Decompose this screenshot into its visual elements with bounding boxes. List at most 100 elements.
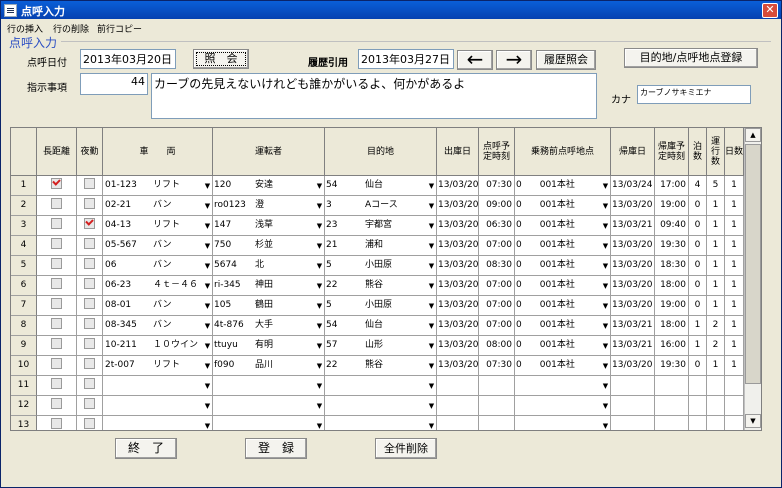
dropdown-arrow-icon[interactable]: ▼ xyxy=(427,397,436,414)
dropdown-arrow-icon[interactable]: ▼ xyxy=(315,317,324,334)
dropdown-arrow-icon[interactable]: ▼ xyxy=(203,377,212,394)
return-date-cell[interactable]: 13/03/20 xyxy=(611,256,655,276)
instruction-number-field[interactable]: 44 xyxy=(80,73,148,95)
return-time-cell[interactable]: 18:00 xyxy=(655,276,689,296)
unchecked-checkbox-icon[interactable] xyxy=(51,338,62,349)
out-date-cell[interactable]: 13/03/20 xyxy=(437,196,479,216)
long-distance-checkbox[interactable] xyxy=(37,276,77,296)
roll-call-time-cell[interactable] xyxy=(479,396,515,416)
dropdown-arrow-icon[interactable]: ▼ xyxy=(427,177,436,194)
roll-call-time-cell[interactable]: 06:30 xyxy=(479,216,515,236)
out-date-cell[interactable]: 13/03/20 xyxy=(437,276,479,296)
long-distance-checkbox[interactable] xyxy=(37,196,77,216)
unchecked-checkbox-icon[interactable] xyxy=(51,198,62,209)
dropdown-arrow-icon[interactable]: ▼ xyxy=(601,377,610,394)
run-count-cell[interactable]: 1 xyxy=(707,296,725,316)
destination-register-button[interactable]: 目的地/点呼地点登録 xyxy=(624,48,758,68)
driver-combo[interactable]: ri-345 神田 ▼ xyxy=(213,276,325,296)
roll-call-point-combo[interactable]: 0 001本社 ▼ xyxy=(515,276,611,296)
night-checkbox[interactable] xyxy=(77,216,103,236)
dropdown-arrow-icon[interactable]: ▼ xyxy=(203,297,212,314)
roll-call-time-cell[interactable] xyxy=(479,376,515,396)
next-arrow-button[interactable]: → xyxy=(496,49,532,70)
unchecked-checkbox-icon[interactable] xyxy=(51,318,62,329)
vehicle-combo[interactable]: 01-123 リフト ▼ xyxy=(103,176,213,196)
dropdown-arrow-icon[interactable]: ▼ xyxy=(315,377,324,394)
unchecked-checkbox-icon[interactable] xyxy=(51,258,62,269)
roll-call-point-combo[interactable]: 0 001本社 ▼ xyxy=(515,216,611,236)
long-distance-checkbox[interactable] xyxy=(37,296,77,316)
unchecked-checkbox-icon[interactable] xyxy=(51,218,62,229)
roll-call-point-combo[interactable]: 0 001本社 ▼ xyxy=(515,196,611,216)
night-checkbox[interactable] xyxy=(77,176,103,196)
unchecked-checkbox-icon[interactable] xyxy=(84,338,95,349)
prev-arrow-button[interactable]: ← xyxy=(457,49,493,70)
night-checkbox[interactable] xyxy=(77,276,103,296)
run-count-cell[interactable]: 5 xyxy=(707,176,725,196)
end-button[interactable]: 終 了 xyxy=(115,438,177,459)
roll-call-time-cell[interactable] xyxy=(479,416,515,430)
stay-count-cell[interactable] xyxy=(689,416,707,430)
night-checkbox[interactable] xyxy=(77,316,103,336)
run-count-cell[interactable] xyxy=(707,376,725,396)
roll-call-point-combo[interactable]: 0 001本社 ▼ xyxy=(515,176,611,196)
long-distance-checkbox[interactable] xyxy=(37,376,77,396)
destination-combo[interactable]: ▼ xyxy=(325,416,437,430)
run-count-cell[interactable] xyxy=(707,416,725,430)
instruction-text-field[interactable]: カーブの先見えないけれども誰かがいるよ、何かがあるよ xyxy=(151,73,597,119)
unchecked-checkbox-icon[interactable] xyxy=(84,238,95,249)
roll-call-point-combo[interactable]: ▼ xyxy=(515,376,611,396)
return-date-cell[interactable] xyxy=(611,416,655,430)
destination-combo[interactable]: 22 熊谷 ▼ xyxy=(325,276,437,296)
dropdown-arrow-icon[interactable]: ▼ xyxy=(315,277,324,294)
out-date-cell[interactable] xyxy=(437,396,479,416)
long-distance-checkbox[interactable] xyxy=(37,416,77,430)
roll-call-time-cell[interactable]: 07:00 xyxy=(479,316,515,336)
close-button[interactable]: ✕ xyxy=(762,3,778,18)
days-cell[interactable] xyxy=(725,376,744,396)
dropdown-arrow-icon[interactable]: ▼ xyxy=(601,197,610,214)
run-count-cell[interactable]: 1 xyxy=(707,356,725,376)
vehicle-combo[interactable]: 06-23 ４ｔ－４６ ▼ xyxy=(103,276,213,296)
roll-call-point-combo[interactable]: 0 001本社 ▼ xyxy=(515,336,611,356)
scroll-up-icon[interactable]: ▲ xyxy=(745,128,761,142)
days-cell[interactable]: 1 xyxy=(725,276,744,296)
out-date-cell[interactable]: 13/03/20 xyxy=(437,316,479,336)
return-time-cell[interactable]: 17:00 xyxy=(655,176,689,196)
days-cell[interactable]: 1 xyxy=(725,196,744,216)
roll-call-time-cell[interactable]: 07:30 xyxy=(479,356,515,376)
long-distance-checkbox[interactable] xyxy=(37,256,77,276)
dropdown-arrow-icon[interactable]: ▼ xyxy=(203,177,212,194)
roll-call-time-cell[interactable]: 07:00 xyxy=(479,276,515,296)
return-date-cell[interactable]: 13/03/20 xyxy=(611,196,655,216)
return-date-cell[interactable]: 13/03/20 xyxy=(611,296,655,316)
return-date-cell[interactable]: 13/03/21 xyxy=(611,336,655,356)
dropdown-arrow-icon[interactable]: ▼ xyxy=(601,257,610,274)
history-lookup-button[interactable]: 履歴照会 xyxy=(536,50,596,70)
dropdown-arrow-icon[interactable]: ▼ xyxy=(315,357,324,374)
driver-combo[interactable]: 750 杉並 ▼ xyxy=(213,236,325,256)
driver-combo[interactable]: ▼ xyxy=(213,376,325,396)
stay-count-cell[interactable]: 4 xyxy=(689,176,707,196)
dropdown-arrow-icon[interactable]: ▼ xyxy=(427,257,436,274)
roll-call-point-combo[interactable]: 0 001本社 ▼ xyxy=(515,316,611,336)
out-date-cell[interactable]: 13/03/20 xyxy=(437,296,479,316)
return-time-cell[interactable]: 19:30 xyxy=(655,356,689,376)
stay-count-cell[interactable]: 0 xyxy=(689,356,707,376)
return-date-cell[interactable]: 13/03/24 xyxy=(611,176,655,196)
dropdown-arrow-icon[interactable]: ▼ xyxy=(203,357,212,374)
night-checkbox[interactable] xyxy=(77,376,103,396)
run-count-cell[interactable]: 1 xyxy=(707,236,725,256)
long-distance-checkbox[interactable] xyxy=(37,356,77,376)
dropdown-arrow-icon[interactable]: ▼ xyxy=(427,317,436,334)
stay-count-cell[interactable]: 0 xyxy=(689,216,707,236)
register-button[interactable]: 登 録 xyxy=(245,438,307,459)
return-date-cell[interactable] xyxy=(611,396,655,416)
run-count-cell[interactable]: 1 xyxy=(707,216,725,236)
return-date-cell[interactable]: 13/03/20 xyxy=(611,276,655,296)
dropdown-arrow-icon[interactable]: ▼ xyxy=(315,217,324,234)
out-date-cell[interactable] xyxy=(437,376,479,396)
vehicle-combo[interactable]: ▼ xyxy=(103,416,213,430)
menu-delete-row[interactable]: 行の削除 xyxy=(53,22,89,35)
unchecked-checkbox-icon[interactable] xyxy=(84,298,95,309)
